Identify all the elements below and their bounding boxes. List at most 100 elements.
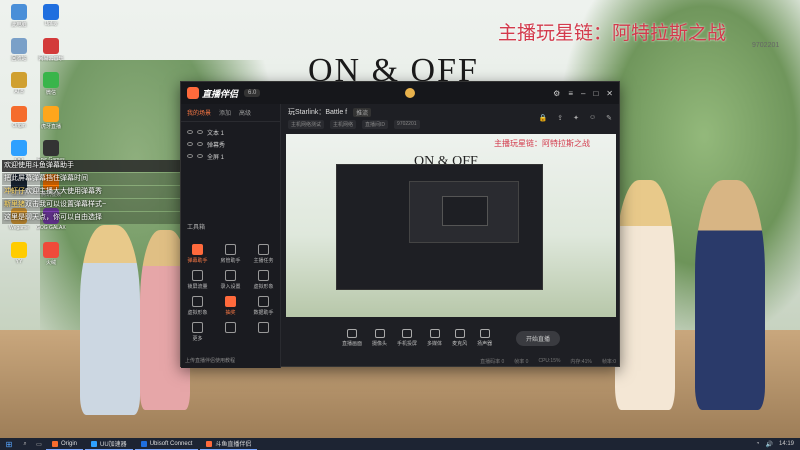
tool-icon [258,270,269,281]
menu-icon[interactable]: ≡ [568,89,573,98]
source-button[interactable]: 扬声器 [477,329,492,347]
network-icon[interactable]: ◔ [756,441,760,447]
stream-meta-item: 主机网络测试 [288,120,325,129]
desktop-icon[interactable]: YY [4,242,34,265]
tool-button[interactable] [214,320,247,342]
status-item: CPU:15% [538,358,561,364]
lock-icon[interactable] [197,142,203,146]
scene-tabs: 我的场景 添加 高级 [181,104,280,122]
taskbar: ⊞ ⌕ ▭ Origin UU加速器 Ubisoft Connect 斗鱼直播伴侣 ◔… [0,438,800,450]
lock-icon[interactable]: 🔒 [539,114,548,122]
tool-label: 数据助手 [253,310,274,316]
tool-button[interactable]: 锁屏流量 [181,268,214,290]
volume-icon[interactable]: 🔊 [766,441,773,448]
desktop-icon-label: Uplay [44,21,58,27]
tool-button[interactable]: 抽奖 [214,294,247,316]
source-button[interactable]: 麦克风 [452,329,467,347]
share-icon[interactable]: ⇪ [557,114,563,122]
app-window: 直播伴侣 6.0 ⚙ ≡ – □ ✕ 我的场景 添加 高级 文本 1 弹幕秀 全屏 1 … [180,81,620,368]
tool-button[interactable]: 录入设置 [214,268,247,290]
tool-button[interactable]: 房管助手 [214,242,247,264]
tutorial-link[interactable]: 上传直播伴侣使用教程 [185,357,235,364]
status-item: 直播码率 0 [480,359,505,365]
tool-icon [192,296,203,307]
stream-meta-item: 9702201 [394,120,420,129]
desktop-icon[interactable]: 网易云音乐 [36,38,66,62]
taskbar-item[interactable]: Ubisoft Connect [134,438,199,450]
source-button[interactable]: 手机投屏 [397,329,417,347]
scene-item[interactable]: 文本 1 [181,126,280,138]
tool-label: 抽奖 [225,310,236,316]
desktop-icon[interactable]: 回收站 [4,38,34,62]
lock-icon[interactable] [197,130,203,134]
tool-button[interactable]: 主播任务 [247,242,280,264]
desktop-icon[interactable]: 此电脑 [4,4,34,28]
eye-icon[interactable] [187,130,193,134]
source-button[interactable]: 摄像头 [372,329,387,347]
desktop-icon-label: 此电脑 [11,22,27,28]
main-panel: 玩Starlink：Battle f 推流 主机网络测试 主机网络 直播间ID 970… [282,104,620,368]
source-button[interactable]: 多媒体 [427,329,442,347]
tool-icon [225,270,236,281]
tool-label: 虚拟形象 [253,284,274,290]
app-icon [11,106,27,122]
live-preview[interactable]: ON & OFF 主播玩星链：阿特拉斯之战 [286,134,616,317]
taskbar-item[interactable]: Origin [46,438,84,450]
desktop-icon-label: YY [15,259,23,265]
desktop-icon[interactable]: ATB [4,72,34,95]
tool-button[interactable]: 虚拟形象 [181,294,214,316]
desktop-icon[interactable]: Origin [4,106,34,129]
tool-icon [258,296,269,307]
desktop-icon[interactable]: 虎牙直播 [36,106,66,130]
close-icon[interactable]: ✕ [606,89,613,98]
maximize-icon[interactable]: □ [593,89,598,98]
windows-start-icon[interactable]: ⊞ [0,438,18,450]
tool-button[interactable]: 虚拟形象 [247,268,280,290]
source-button[interactable]: 直播画面 [342,329,362,347]
tool-button[interactable]: 弹幕助手 [181,242,214,264]
desktop-icon[interactable]: 火绒 [36,242,66,266]
source-label: 麦克风 [452,341,468,347]
source-toolbar: 直播画面 摄像头 手机投屏 多媒体 麦克风 扬声器 开始直播 [282,320,620,356]
tool-button[interactable]: 更多 [181,320,214,342]
stream-title[interactable]: 玩Starlink：Battle f [288,107,347,117]
tool-label: 虚拟形象 [187,310,208,316]
danmaku-username: 斯里猪 [4,201,25,208]
danmaku-text: 把此屏幕弹幕挡住弹幕时间 [4,175,88,182]
source-icon [402,329,413,338]
lock-icon[interactable] [197,154,203,158]
eye-icon[interactable] [187,154,193,158]
scene-item[interactable]: 全屏 1 [181,150,280,162]
eye-icon[interactable] [187,142,193,146]
taskbar-item-label: Ubisoft Connect [149,440,193,447]
stream-tag[interactable]: 推流 [353,107,372,117]
tools-icon[interactable]: ✎ [606,114,612,122]
desktop-icon[interactable]: Uplay [36,4,66,27]
user-icon[interactable]: ☺ [589,114,596,122]
scene-label: 弹幕秀 [207,142,226,149]
app-icon [11,38,27,54]
scene-tab[interactable]: 添加 [219,108,231,117]
taskbar-item[interactable]: UU加速器 [85,438,133,450]
tool-button[interactable]: 数据助手 [247,294,280,316]
scene-tab[interactable]: 高级 [239,108,251,117]
avatar[interactable] [405,88,416,98]
tool-icon [192,322,203,333]
clock[interactable]: 14:19 [779,441,794,447]
search-icon[interactable]: ⌕ [18,438,32,450]
taskbar-item[interactable]: 斗鱼直播伴侣 [200,438,258,450]
scene-item[interactable]: 弹幕秀 [181,138,280,150]
task-view-icon[interactable]: ▭ [32,438,46,450]
scene-tab[interactable]: 我的场景 [187,108,211,117]
taskbar-app-icon [140,440,147,447]
desktop-icon[interactable]: 微信 [36,72,66,96]
app-logo-icon [187,87,199,99]
settings-icon[interactable]: ⚙ [553,89,560,98]
tool-button[interactable] [247,320,280,342]
taskbar-apps: Origin UU加速器 Ubisoft Connect 斗鱼直播伴侣 [46,438,259,450]
app-icon [43,106,59,122]
source-icon [347,329,357,338]
minimize-icon[interactable]: – [581,89,585,98]
gift-icon[interactable]: ✦ [573,114,579,122]
start-live-button[interactable]: 开始直播 [515,330,560,346]
